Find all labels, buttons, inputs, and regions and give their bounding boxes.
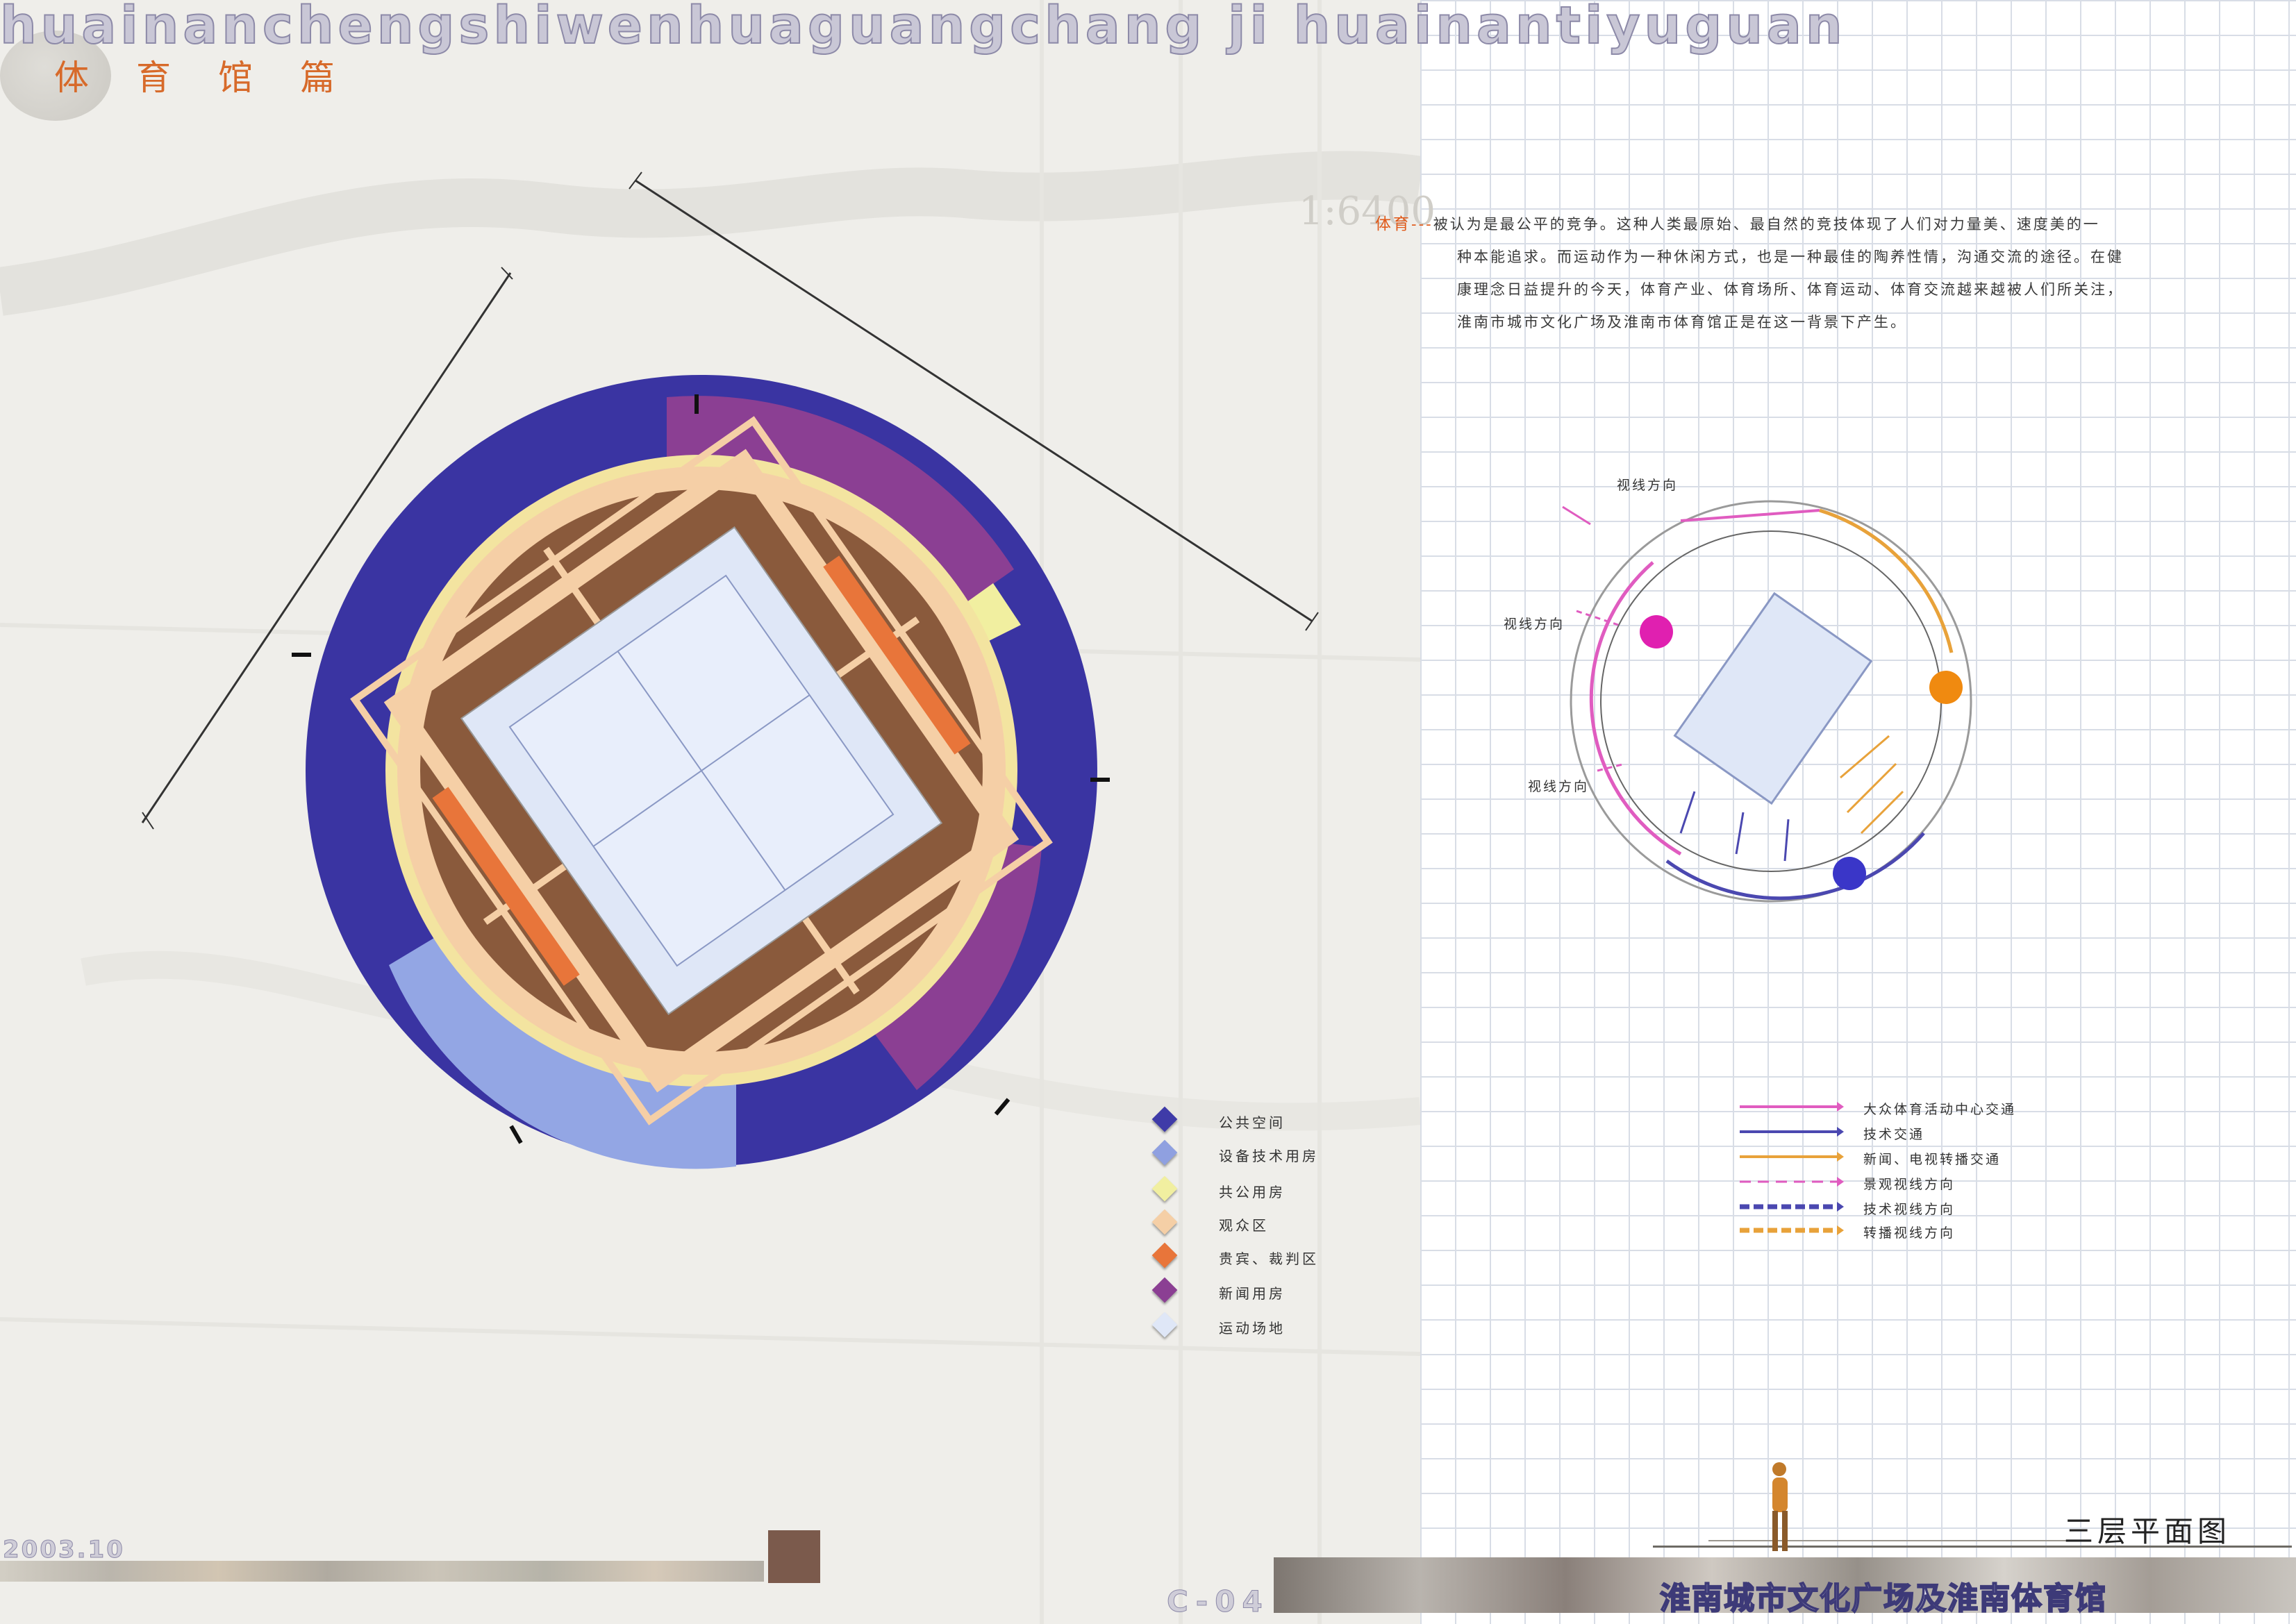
diagram-court [1673,592,1873,805]
date-label: 2003.10 [3,1536,125,1564]
project-title: 淮南城市文化广场及淮南体育馆 [1659,1580,2107,1617]
intro-line-1: 被认为是最公平的竞争。这种人类最原始、最自然的竞技体现了人们对力量美、速度美的一 [1433,216,2100,233]
intro-line-4: 淮南市城市文化广场及淮南市体育馆正是在这一背景下产生。 [1457,314,1907,330]
stadium-floor-plan [292,375,1110,1169]
athlete-figure [1772,1462,1788,1551]
intro-line-2: 种本能追求。而运动作为一种休闲方式，也是一种最佳的陶养性情，沟通交流的途径。在健 [1457,249,2124,265]
page-code: C-04 [1167,1584,1270,1619]
circulation-diagram [1562,500,1972,903]
sightline-label-3: 视线方向 [1528,779,1590,794]
public-traffic-path [1589,561,1682,856]
intro-line-3: 康理念日益提升的今天，体育产业、体育场所、体育运动、体育交流越来越被人们所关注， [1457,281,2124,298]
sightline-node-pink [1640,615,1673,648]
sightline-node-orange [1929,671,1963,704]
photo-strip-left [0,1561,764,1582]
sightline-label-2: 视线方向 [1504,617,1565,632]
thumbnail-photo [768,1530,820,1583]
technical-traffic-path [1665,832,1925,901]
sightline-node-blue [1833,857,1866,890]
sightline-label-1: 视线方向 [1617,478,1679,493]
intro-paragraph: 体育---被认为是最公平的竞争。这种人类最原始、最自然的竞技体现了人们对力量美、… [1375,208,2219,339]
plan-label: 三层平面图 [2064,1514,2231,1548]
